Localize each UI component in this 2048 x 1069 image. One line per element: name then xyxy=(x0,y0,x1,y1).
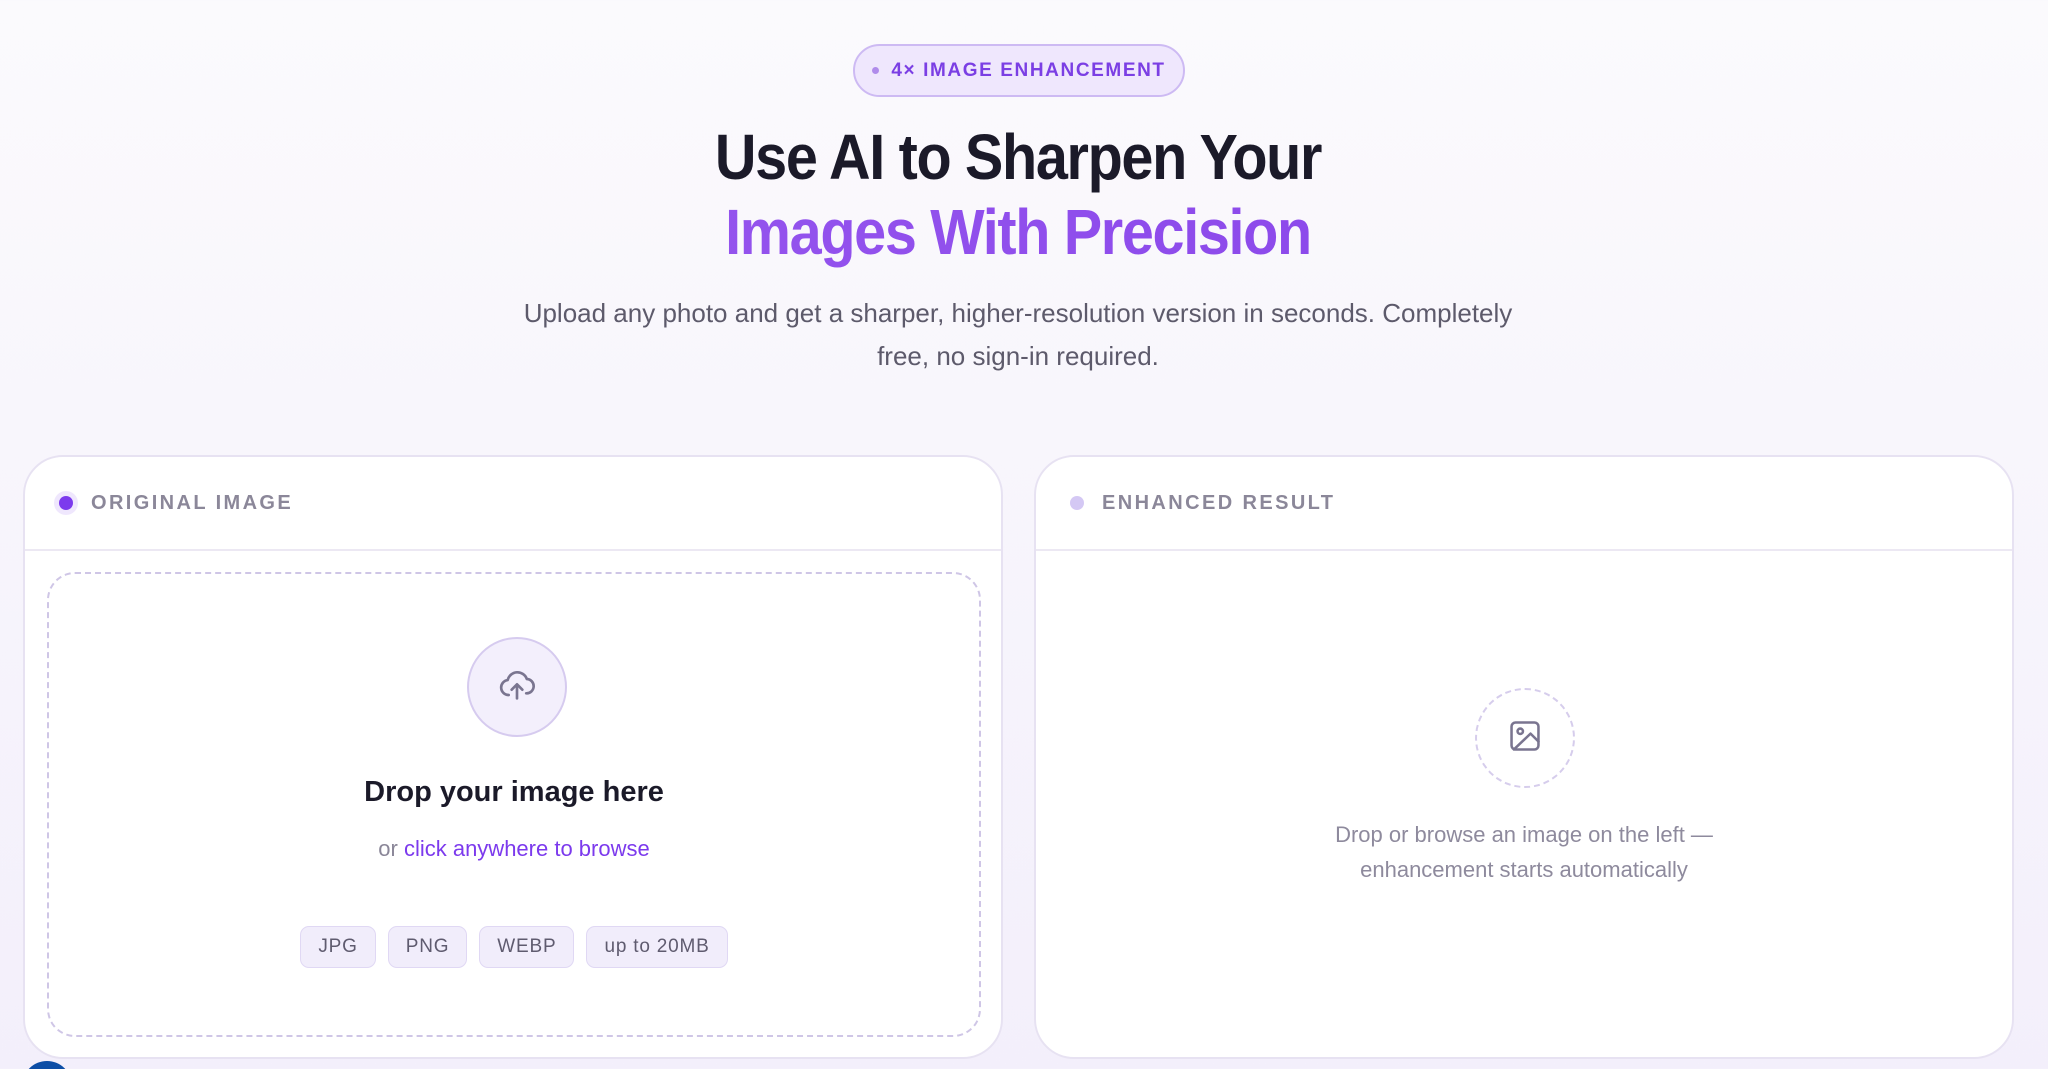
format-chip-png: PNG xyxy=(387,926,468,968)
cloud-upload-icon xyxy=(497,665,537,710)
badge-label: 4× IMAGE ENHANCEMENT xyxy=(891,59,1166,81)
format-chip-webp: WEBP xyxy=(479,926,575,968)
result-panel-label: ENHANCED RESULT xyxy=(1102,491,1336,514)
original-panel-label: ORIGINAL IMAGE xyxy=(91,491,294,514)
hero-title-line2: Images With Precision xyxy=(102,195,1934,269)
format-chips: JPG PNG WEBP up to 20MB xyxy=(49,926,979,968)
original-panel-header: ORIGINAL IMAGE xyxy=(25,457,1001,551)
floating-widget-edge[interactable] xyxy=(22,1061,72,1069)
original-image-panel: ORIGINAL IMAGE Drop your image here or c… xyxy=(23,455,1003,1059)
upload-icon-circle xyxy=(467,637,567,737)
hero-subtitle-line1: Upload any photo and get a sharper, high… xyxy=(523,298,1513,328)
feature-badge: 4× IMAGE ENHANCEMENT xyxy=(853,44,1185,97)
enhanced-result-panel: ENHANCED RESULT Drop or browse an image … xyxy=(1034,455,2014,1059)
drop-title: Drop your image here xyxy=(364,776,664,808)
image-icon xyxy=(1506,717,1544,760)
empty-state-line1: Drop or browse an image on the left — xyxy=(1335,822,1713,847)
empty-state-text: Drop or browse an image on the left — en… xyxy=(1036,817,2012,887)
badge-dot xyxy=(872,67,880,74)
size-limit-chip: up to 20MB xyxy=(586,926,728,968)
hero-subtitle: Upload any photo and get a sharper, high… xyxy=(500,292,1536,378)
drop-prefix: or xyxy=(378,836,398,861)
hero-subtitle-line2: free, no sign-in required. xyxy=(877,341,1159,371)
placeholder-icon-circle xyxy=(1475,688,1575,788)
hero-title-line1: Use AI to Sharpen Your xyxy=(714,121,1323,193)
browse-link[interactable]: click anywhere to browse xyxy=(404,836,650,861)
drop-subtitle: or click anywhere to browse xyxy=(49,836,979,862)
idle-status-dot xyxy=(1070,496,1084,510)
result-panel-header: ENHANCED RESULT xyxy=(1036,457,2012,551)
empty-state-line2: enhancement starts automatically xyxy=(1360,857,1688,882)
image-dropzone[interactable]: Drop your image here or click anywhere t… xyxy=(47,572,981,1037)
active-status-dot xyxy=(59,496,73,510)
format-chip-jpg: JPG xyxy=(300,926,376,968)
